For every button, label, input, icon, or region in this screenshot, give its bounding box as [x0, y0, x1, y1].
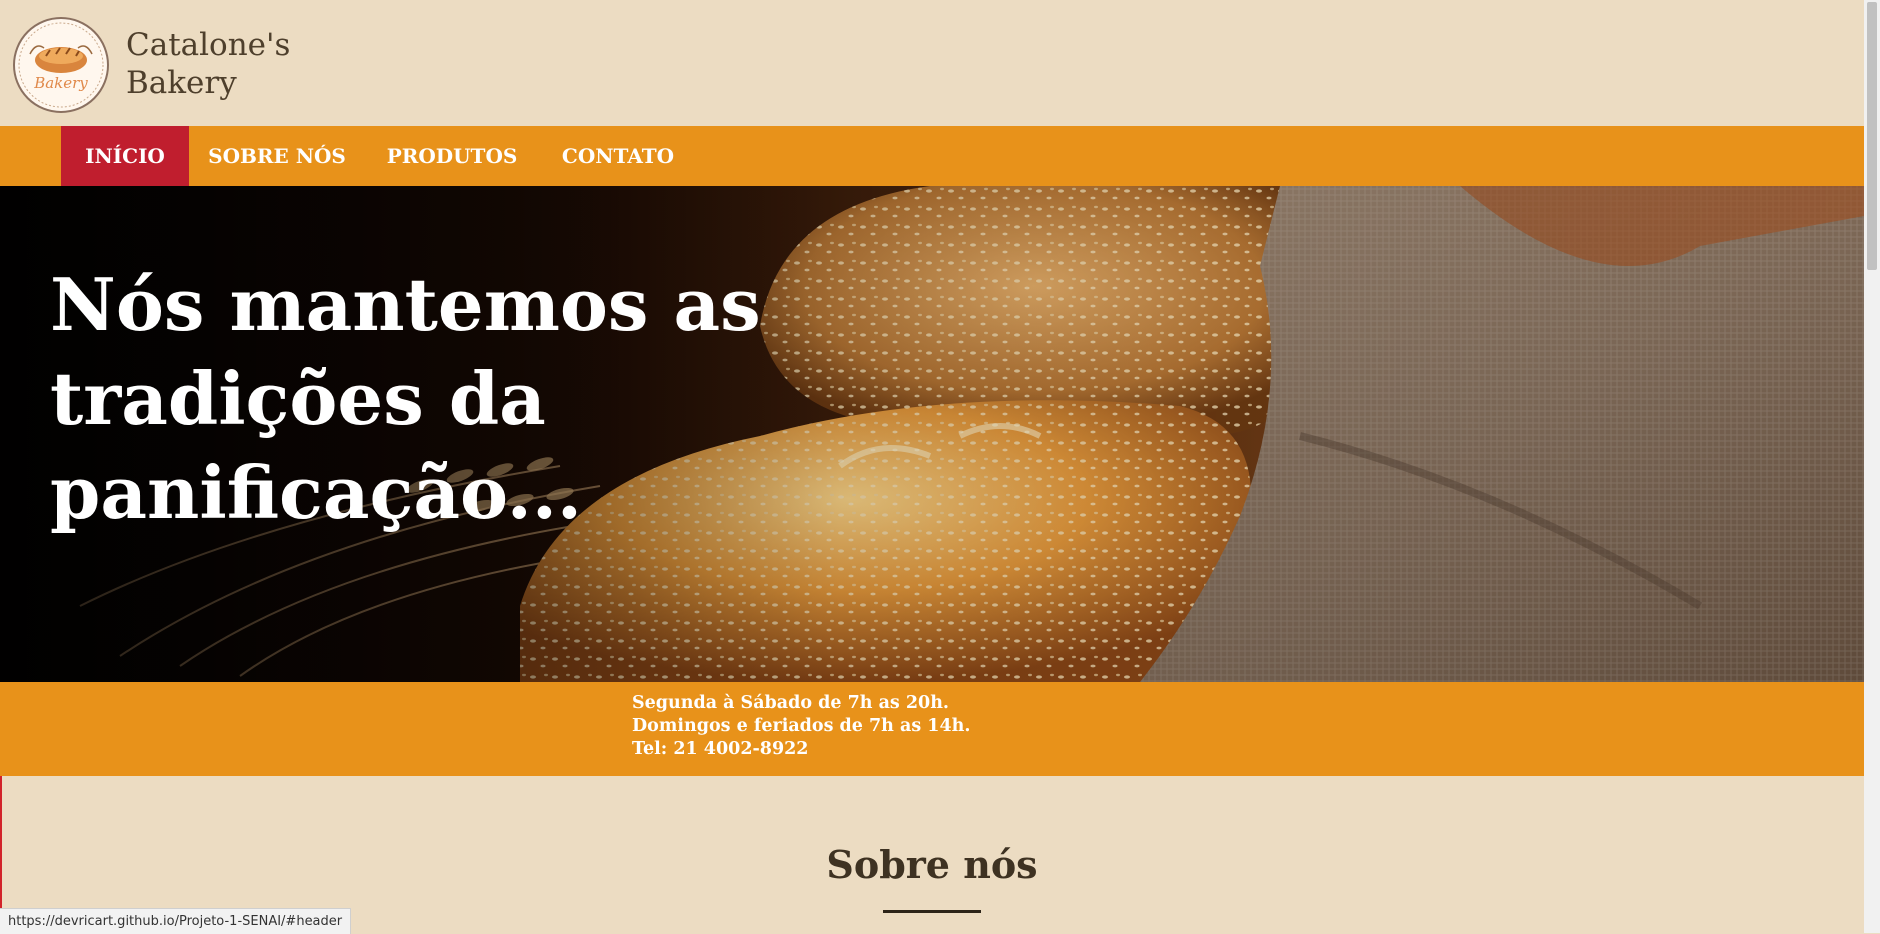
nav-item-produtos[interactable]: PRODUTOS [379, 126, 525, 186]
vertical-scrollbar[interactable] [1864, 0, 1880, 933]
scrollbar-thumb[interactable] [1867, 2, 1877, 270]
svg-text:Bakery: Bakery [33, 74, 88, 92]
brand-name-line2: Bakery [126, 65, 237, 101]
hero-title-line1: Nós mantemos as [50, 262, 761, 347]
site-header: Bakery Catalone's Bakery [0, 0, 1864, 126]
about-title-divider [883, 910, 981, 913]
status-bar-url: https://devricart.github.io/Projeto-1-SE… [0, 908, 352, 934]
brand-name[interactable]: Catalone's Bakery [126, 26, 290, 102]
page: Bakery Catalone's Bakery INÍCIO SOBRE NÓ… [0, 0, 1864, 934]
about-section-title: Sobre nós [826, 842, 1038, 887]
nav-item-contato[interactable]: CONTATO [553, 126, 683, 186]
bakery-logo[interactable]: Bakery [12, 16, 110, 114]
opening-hours-text: Segunda à Sábado de 7h as 20h. Domingos … [632, 692, 970, 761]
hero-banner: Nós mantemos as tradições da panificação… [0, 186, 1864, 682]
hours-weekends: Domingos e feriados de 7h as 14h. [632, 716, 971, 736]
brand-name-line1: Catalone's [126, 27, 291, 63]
hero-title: Nós mantemos as tradições da panificação… [50, 258, 1050, 540]
opening-hours-bar: Segunda à Sábado de 7h as 20h. Domingos … [0, 682, 1864, 776]
hero-title-line2: tradições da panificação... [50, 356, 582, 535]
nav-item-sobre-nos[interactable]: SOBRE NÓS [199, 126, 355, 186]
phone-number: Tel: 21 4002-8922 [632, 739, 809, 759]
main-nav: INÍCIO SOBRE NÓS PRODUTOS CONTATO [0, 126, 1864, 186]
nav-item-inicio[interactable]: INÍCIO [61, 126, 189, 186]
hours-weekdays: Segunda à Sábado de 7h as 20h. [632, 693, 950, 713]
